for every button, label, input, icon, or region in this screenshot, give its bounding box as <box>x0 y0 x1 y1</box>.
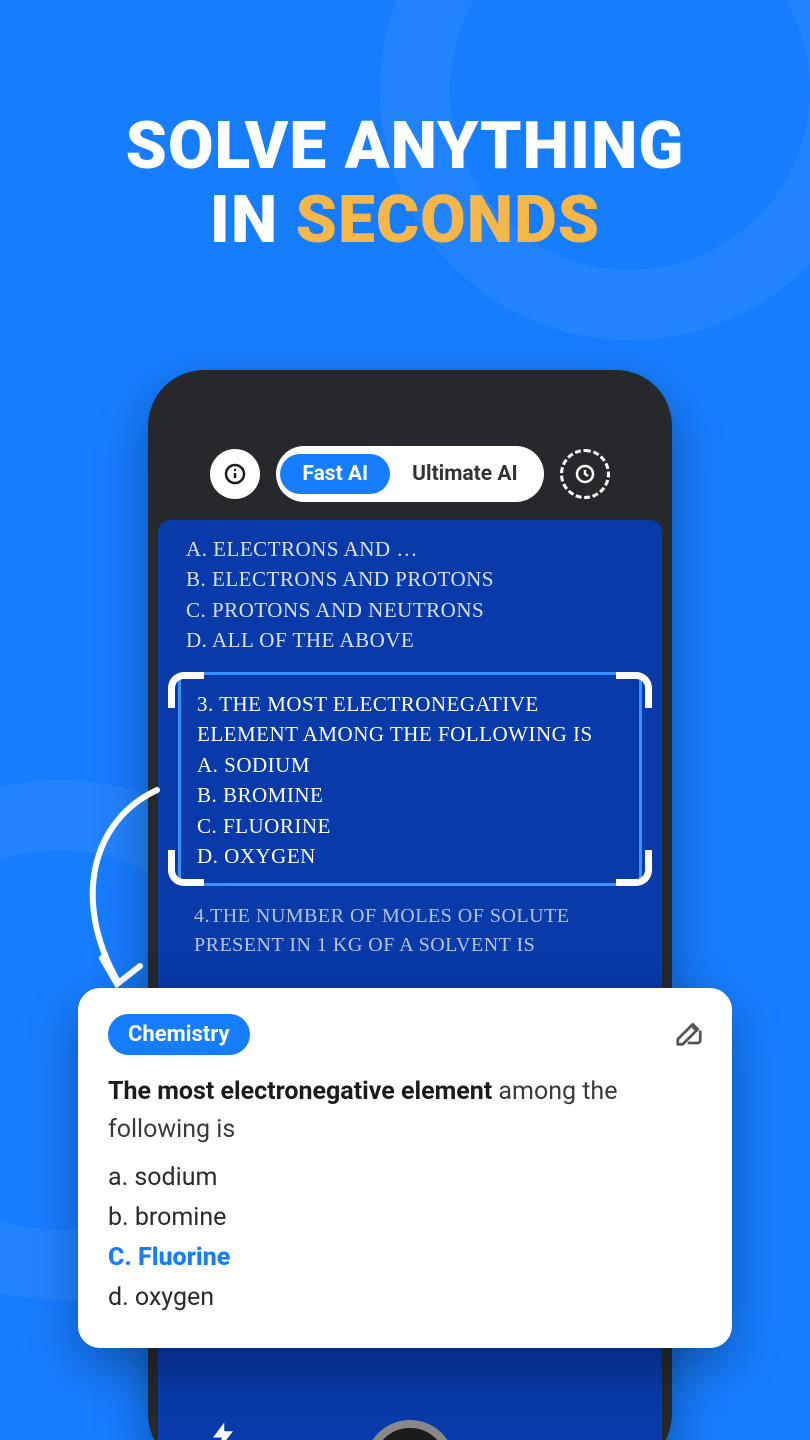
option-a: a. sodium <box>108 1158 704 1198</box>
scan-line: C. FLUORINE <box>197 811 623 841</box>
scan-line: D. ALL OF THE ABOVE <box>186 625 652 655</box>
headline-line1: SOLVE ANYTHING <box>0 110 810 184</box>
scan-line: B. BROMINE <box>197 780 623 810</box>
curved-arrow-icon <box>62 780 172 1010</box>
headline-line2: IN SECONDS <box>0 184 810 258</box>
edit-icon <box>674 1018 704 1048</box>
answer-card: Chemistry The most electronegative eleme… <box>78 988 732 1348</box>
scan-line: A. ELECTRONS AND … <box>186 534 652 564</box>
ai-mode-toggle[interactable]: Fast AI Ultimate AI <box>276 446 543 502</box>
crop-content: 3. THE MOST ELECTRONEGATIVE ELEMENT AMON… <box>178 672 642 887</box>
option-b: b. bromine <box>108 1198 704 1238</box>
scan-line: A. SODIUM <box>197 750 623 780</box>
answer-options: a. sodium b. bromine C. Fluorine d. oxyg… <box>108 1158 704 1318</box>
seg-fast-ai[interactable]: Fast AI <box>280 454 390 494</box>
scan-line: ELEMENT AMONG THE FOLLOWING IS <box>197 719 623 749</box>
clock-icon <box>573 462 597 486</box>
scan-line: C. PROTONS AND NEUTRONS <box>186 595 652 625</box>
option-c-correct: C. Fluorine <box>108 1238 704 1278</box>
flash-icon[interactable] <box>208 1417 238 1440</box>
scan-line: 4.THE NUMBER OF MOLES OF SOLUTE <box>194 902 652 931</box>
scan-below: 4.THE NUMBER OF MOLES OF SOLUTE PRESENT … <box>168 902 652 960</box>
seg-ultimate-ai[interactable]: Ultimate AI <box>390 454 539 494</box>
crop-handle-bl[interactable] <box>168 850 204 886</box>
headline-accent: SECONDS <box>296 182 600 259</box>
crop-handle-tl[interactable] <box>168 672 204 708</box>
scan-line: 3. THE MOST ELECTRONEGATIVE <box>197 689 623 719</box>
crop-handle-tr[interactable] <box>616 672 652 708</box>
crop-handle-br[interactable] <box>616 850 652 886</box>
scan-line: B. ELECTRONS AND PROTONS <box>186 564 652 594</box>
headline: SOLVE ANYTHING IN SECONDS <box>0 110 810 258</box>
info-icon <box>223 462 247 486</box>
subject-chip[interactable]: Chemistry <box>108 1014 250 1055</box>
edit-button[interactable] <box>674 1018 704 1052</box>
question-text: The most electronegative element among t… <box>108 1073 704 1148</box>
scan-line: PRESENT IN 1 KG OF A SOLVENT IS <box>194 931 652 960</box>
promo-stage: SOLVE ANYTHING IN SECONDS Fast AI Ultima… <box>0 0 810 1440</box>
option-d: d. oxygen <box>108 1278 704 1318</box>
scan-above: A. ELECTRONS AND … B. ELECTRONS AND PROT… <box>168 534 652 656</box>
history-button[interactable] <box>560 449 610 499</box>
scan-line: D. OXYGEN <box>197 841 623 871</box>
crop-frame[interactable]: 3. THE MOST ELECTRONEGATIVE ELEMENT AMON… <box>168 672 652 887</box>
top-toolbar: Fast AI Ultimate AI <box>148 446 672 502</box>
info-button[interactable] <box>210 449 260 499</box>
